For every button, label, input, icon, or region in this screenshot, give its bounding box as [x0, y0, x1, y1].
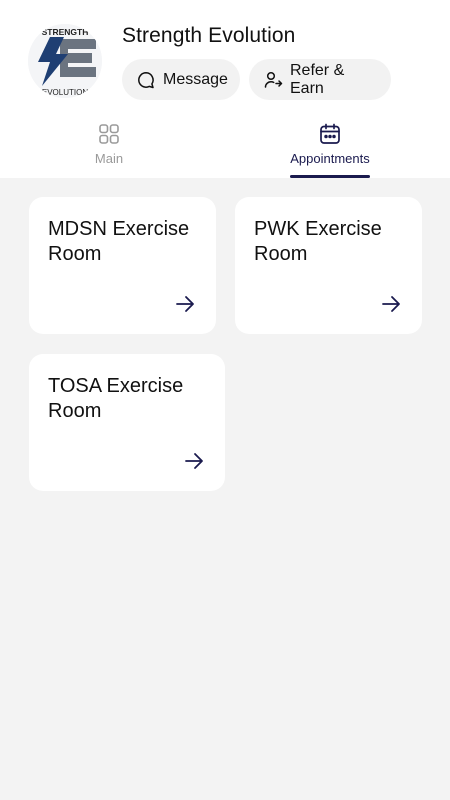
- grid-icon: [97, 122, 121, 146]
- arrow-right-icon: [183, 450, 205, 472]
- header: STRENGTH EVOLUTION Strength Evolution Me…: [0, 0, 450, 178]
- refer-and-earn-label: Refer & Earn: [290, 61, 345, 97]
- chat-bubble-icon: [136, 70, 156, 90]
- tab-appointments-label: Appointments: [290, 151, 370, 166]
- tab-appointments[interactable]: Appointments: [286, 122, 374, 178]
- svg-text:EVOLUTION: EVOLUTION: [42, 88, 88, 97]
- location-card-mdsn[interactable]: MDSN Exercise Room: [29, 197, 216, 334]
- location-card-title: PWK Exercise Room: [254, 218, 382, 265]
- arrow-right-icon: [174, 293, 196, 315]
- studio-logo: STRENGTH EVOLUTION: [28, 24, 102, 98]
- tab-main[interactable]: Main: [79, 122, 139, 178]
- location-card-title: MDSN Exercise Room: [48, 218, 190, 265]
- tab-main-label: Main: [94, 151, 124, 166]
- active-tab-indicator: [290, 175, 370, 178]
- location-card-pwk[interactable]: PWK Exercise Room: [235, 197, 422, 334]
- arrow-right-icon: [380, 293, 402, 315]
- strength-evolution-logo-icon: STRENGTH EVOLUTION: [28, 24, 102, 98]
- location-card-tosa[interactable]: TOSA Exercise Room: [29, 354, 225, 491]
- calendar-icon: [318, 122, 342, 146]
- studio-name: Strength Evolution: [122, 24, 296, 47]
- location-card-title: TOSA Exercise Room: [48, 375, 184, 422]
- refer-and-earn-button[interactable]: Refer & Earn: [249, 59, 391, 100]
- svg-text:STRENGTH: STRENGTH: [42, 27, 89, 37]
- user-share-icon: [263, 70, 283, 90]
- message-button[interactable]: Message: [122, 59, 240, 100]
- message-button-label: Message: [163, 70, 228, 88]
